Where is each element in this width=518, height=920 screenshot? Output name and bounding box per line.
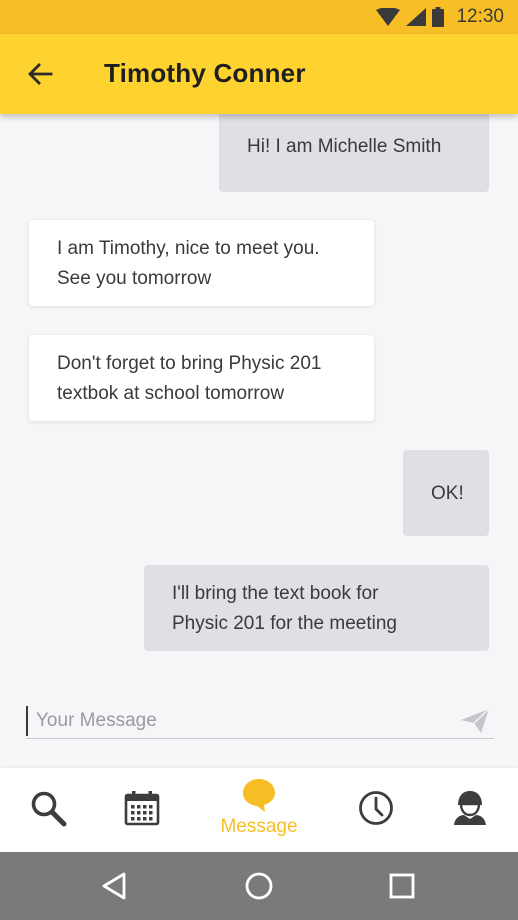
message-icon <box>243 779 275 812</box>
message-outgoing[interactable]: Hi! I am Michelle Smith <box>219 114 489 192</box>
nav-item-calendar[interactable] <box>104 768 180 852</box>
message-outgoing[interactable]: OK! <box>403 450 489 536</box>
message-line: Physic 201 for the meeting <box>172 613 397 634</box>
status-time: 12:30 <box>456 6 504 27</box>
message-input[interactable] <box>34 704 458 738</box>
message-line: See you tomorrow <box>57 268 212 289</box>
recents-square-icon[interactable] <box>386 870 418 902</box>
message-outgoing[interactable]: I'll bring the text book for Physic 201 … <box>144 565 489 651</box>
message-incoming[interactable]: I am Timothy, nice to meet you. See you … <box>29 220 374 306</box>
status-icons: 12:30 <box>376 6 504 28</box>
message-line: Don't forget to bring Physic 201 <box>57 353 322 374</box>
nav-item-search[interactable] <box>10 768 86 852</box>
back-triangle-icon[interactable] <box>100 870 132 902</box>
nav-item-profile[interactable] <box>432 768 508 852</box>
message-incoming[interactable]: Don't forget to bring Physic 201 textbok… <box>29 335 374 421</box>
app-bar: Timothy Conner <box>0 34 518 114</box>
home-circle-icon[interactable] <box>243 870 275 902</box>
status-bar: 12:30 <box>0 0 518 34</box>
calendar-icon <box>124 791 160 826</box>
arrow-left-icon <box>28 63 53 85</box>
search-icon <box>31 791 67 827</box>
signal-icon <box>406 8 427 26</box>
clock-icon <box>359 791 393 825</box>
profile-icon <box>454 791 486 825</box>
battery-icon <box>432 7 445 27</box>
system-navigation-bar <box>0 852 518 920</box>
text-caret <box>26 706 28 736</box>
message-line: textbok at school tomorrow <box>57 383 285 404</box>
send-icon[interactable] <box>460 708 490 734</box>
chat-thread[interactable]: Hi! I am Michelle Smith I am Timothy, ni… <box>0 114 518 694</box>
page-title: Timothy Conner <box>104 58 306 88</box>
message-line: I'll bring the text book for <box>172 583 379 604</box>
nav-item-history[interactable] <box>338 768 414 852</box>
wifi-icon <box>376 8 401 26</box>
message-composer <box>26 704 494 739</box>
nav-item-message[interactable]: Message <box>208 768 310 852</box>
nav-label-message: Message <box>220 816 298 837</box>
message-line: OK! <box>431 483 464 504</box>
message-line: I am Timothy, nice to meet you. <box>57 238 320 259</box>
back-button[interactable] <box>22 58 58 90</box>
bottom-navigation: Message <box>0 768 518 852</box>
message-line: Hi! I am Michelle Smith <box>247 136 442 157</box>
